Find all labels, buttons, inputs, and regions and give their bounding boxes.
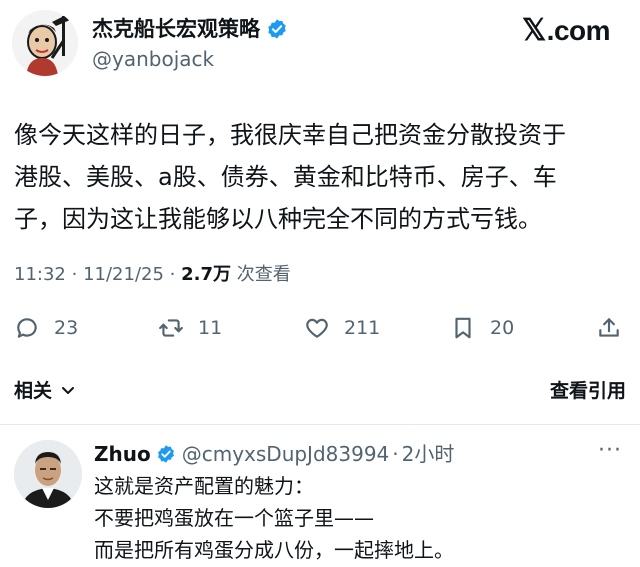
author-display-name[interactable]: 杰克船长宏观策略 [92,14,260,44]
like-count: 211 [344,317,381,339]
bookmark-button[interactable]: 20 [450,310,514,346]
bookmark-count: 20 [490,317,515,339]
reply-avatar-photo [14,440,82,508]
reply-header: Zhuo @cmyxsDupJd83994 · 2小时 [94,440,454,468]
post-body: 像今天这样的日子，我很庆幸自己把资金分散投资于 港股、美股、a股、债券、黄金和比… [14,114,626,240]
share-button[interactable] [596,310,636,346]
post-actions-bar: 23 11 211 20 [0,310,640,350]
author-avatar-illustration [12,10,78,76]
heart-icon [306,318,328,338]
views-count: 2.7万 [181,264,232,285]
reply-text-line: 这就是资产配置的魅力： [94,474,314,498]
x-logo-suffix: . [546,15,555,46]
reply-body: 这就是资产配置的魅力： 不要把鸡蛋放在一个篮子里—— 而是把所有鸡蛋分成八份，一… [94,470,454,566]
reply-text-line: 不要把鸡蛋放在一个篮子里—— [94,506,374,530]
author-avatar[interactable] [12,10,78,76]
reply-text-line: 而是把所有鸡蛋分成八份，一起摔地上。 [94,538,454,562]
verified-badge-icon [157,445,174,463]
author-handle[interactable]: @yanbojack [92,46,214,72]
x-logo-domain: com [553,15,611,46]
reply-separator: · [392,442,399,466]
repost-count: 11 [198,317,223,339]
meta-separator: · [169,264,176,285]
reply-avatar[interactable] [14,440,82,508]
author-display-name-row[interactable]: 杰克船长宏观策略 [92,14,288,44]
post-time[interactable]: 11:32 [14,264,66,285]
meta-separator: · [71,264,78,285]
more-options-icon[interactable]: ··· [598,438,622,463]
share-upload-icon [599,318,619,337]
section-divider [0,424,640,425]
bookmark-icon [455,317,471,339]
post-text-line: 子，因为这让我能够以八种完全不同的方式亏钱。 [14,205,542,233]
reply-time[interactable]: 2小时 [402,440,455,468]
post-meta: 11:32 · 11/21/25 · 2.7万 次查看 [14,262,291,288]
post-date[interactable]: 11/21/25 [83,264,164,285]
related-label: 相关 [14,380,53,402]
x-com-logo: 𝕏 . com [522,14,611,48]
repost-button[interactable]: 11 [158,310,222,346]
verified-badge-icon [268,19,286,39]
reply-button[interactable]: 23 [14,310,78,346]
reply-count: 23 [54,317,79,339]
post-header: 杰克船长宏观策略 @yanbojack 𝕏 . com [0,0,640,80]
chevron-down-icon [62,386,75,394]
x-logo-icon: 𝕏 [522,14,546,47]
like-button[interactable]: 211 [304,310,380,346]
post-text-line: 港股、美股、a股、债券、黄金和比特币、房子、车 [14,163,557,191]
reply-handle[interactable]: @cmyxsDupJd83994 [182,440,390,468]
reply-display-name[interactable]: Zhuo [94,440,151,468]
post-text-line: 像今天这样的日子，我很庆幸自己把资金分散投资于 [14,121,566,149]
repost-arrows-icon [159,319,183,337]
speech-bubble-icon [17,318,37,338]
related-toggle[interactable]: 相关 [14,376,76,403]
views-label: 次查看 [236,264,291,285]
view-quotes-link[interactable]: 查看引用 [550,376,626,403]
